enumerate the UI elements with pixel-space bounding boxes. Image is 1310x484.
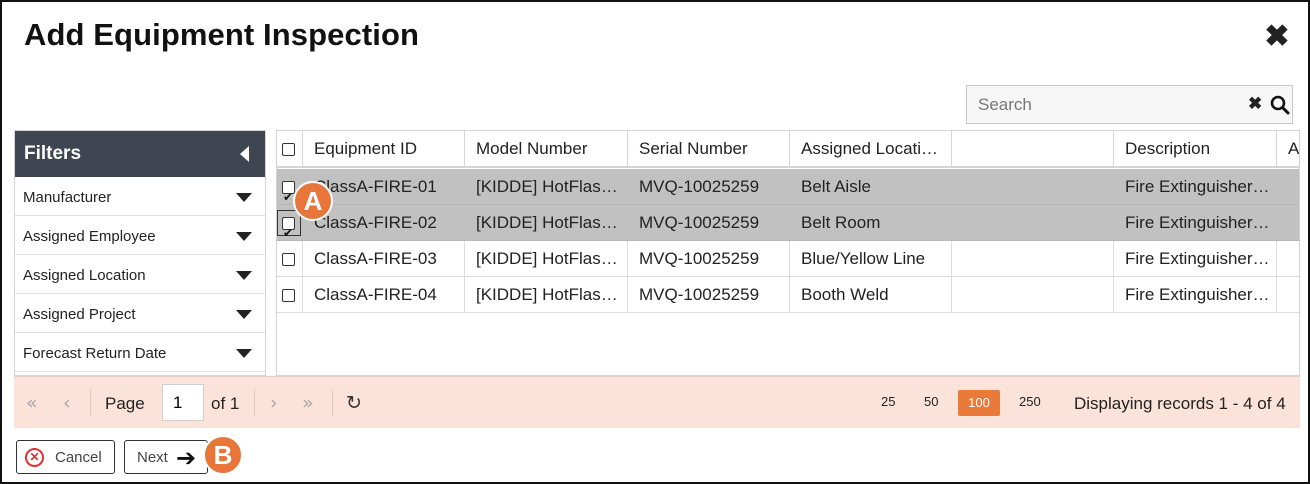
arrow-right-icon: ➔ (176, 444, 197, 472)
search-icon[interactable] (1270, 95, 1290, 115)
refresh-icon[interactable]: ↻ (346, 392, 362, 414)
column-header-blank[interactable] (952, 131, 1114, 166)
filter-label: Forecast Return Date (23, 345, 167, 362)
row-checkbox[interactable] (282, 289, 295, 302)
column-header-model-number[interactable]: Model Number (465, 131, 628, 166)
cell-blank (952, 277, 1114, 312)
filter-manufacturer[interactable]: Manufacturer (15, 177, 265, 216)
cell-serial-number: MVQ-10025259 (628, 205, 790, 240)
callout-b-badge: B (203, 435, 243, 475)
column-header-assigned-location[interactable]: Assigned Locati… (790, 131, 952, 166)
cell-a (1277, 277, 1299, 312)
cell-model-number: [KIDDE] HotFlas… (465, 277, 628, 312)
cell-model-number: [KIDDE] HotFlas… (465, 169, 628, 204)
table-row[interactable]: ClassA-FIRE-03 [KIDDE] HotFlas… MVQ-1002… (277, 241, 1299, 277)
next-button[interactable]: Next ➔ (124, 440, 208, 474)
equipment-grid: Equipment ID Model Number Serial Number … (276, 130, 1300, 376)
cell-blank (952, 169, 1114, 204)
pager-separator (90, 389, 91, 417)
cell-description: Fire Extinguisher… (1114, 241, 1277, 276)
cancel-button[interactable]: ✕ Cancel (16, 440, 115, 474)
prev-page-icon[interactable]: ‹ (63, 392, 71, 414)
column-header-serial-number[interactable]: Serial Number (628, 131, 790, 166)
chevron-down-icon[interactable] (236, 193, 252, 202)
cell-description: Fire Extinguisher… (1114, 205, 1277, 240)
filters-title: Filters (24, 143, 82, 164)
filter-assigned-project[interactable]: Assigned Project (15, 294, 265, 333)
cell-assigned-location: Booth Weld (790, 277, 952, 312)
dialog: Add Equipment Inspection ✖ ✖ Filters Man… (0, 0, 1310, 484)
cell-equipment-id: ClassA-FIRE-04 (303, 277, 465, 312)
cell-a (1277, 241, 1299, 276)
filter-label: Manufacturer (23, 189, 112, 206)
cell-description: Fire Extinguisher… (1114, 277, 1277, 312)
filter-label: Assigned Project (23, 306, 136, 323)
cell-serial-number: MVQ-10025259 (628, 241, 790, 276)
row-checkbox-cell (277, 277, 303, 312)
dialog-title: Add Equipment Inspection (24, 17, 420, 52)
cell-a (1277, 205, 1299, 240)
cell-description: Fire Extinguisher… (1114, 169, 1277, 204)
cancel-icon: ✕ (25, 448, 44, 467)
cell-model-number: [KIDDE] HotFlas… (465, 241, 628, 276)
next-page-icon[interactable]: › (270, 392, 278, 414)
filter-assigned-employee[interactable]: Assigned Employee (15, 216, 265, 255)
table-row[interactable]: ClassA-FIRE-04 [KIDDE] HotFlas… MVQ-1002… (277, 277, 1299, 313)
row-checkbox-cell (277, 241, 303, 276)
column-header-a[interactable]: A (1277, 131, 1299, 166)
cell-serial-number: MVQ-10025259 (628, 277, 790, 312)
search-input[interactable] (967, 86, 1237, 123)
pagination-bar: « ‹ Page of 1 › » ↻ 25 50 100 250 Displa… (14, 376, 1300, 428)
page-label: Page (105, 394, 145, 413)
cell-equipment-id: ClassA-FIRE-03 (303, 241, 465, 276)
clear-search-icon[interactable]: ✖ (1248, 94, 1262, 114)
header-checkbox-cell (277, 131, 303, 166)
cell-a (1277, 169, 1299, 204)
column-header-description[interactable]: Description (1114, 131, 1277, 166)
chevron-down-icon[interactable] (236, 271, 252, 280)
chevron-down-icon[interactable] (236, 349, 252, 358)
last-page-icon[interactable]: » (302, 392, 314, 414)
filters-header: Filters (15, 131, 265, 177)
cell-blank (952, 241, 1114, 276)
cell-assigned-location: Belt Room (790, 205, 952, 240)
first-page-icon[interactable]: « (26, 392, 38, 414)
search-box: ✖ (966, 85, 1293, 124)
select-all-checkbox[interactable] (282, 143, 295, 156)
page-size-50[interactable]: 50 (924, 394, 938, 409)
row-checkbox[interactable] (282, 253, 295, 266)
table-row[interactable]: ClassA-FIRE-02 [KIDDE] HotFlas… MVQ-1002… (277, 205, 1299, 251)
filter-label: Assigned Location (23, 267, 146, 284)
page-of-label: of 1 (211, 394, 240, 413)
page-size-25[interactable]: 25 (881, 394, 895, 409)
cell-serial-number: MVQ-10025259 (628, 169, 790, 204)
filter-assigned-location[interactable]: Assigned Location (15, 255, 265, 294)
row-checkbox[interactable] (282, 215, 295, 251)
chevron-down-icon[interactable] (236, 310, 252, 319)
callout-a-badge: A (293, 181, 333, 221)
next-label: Next (137, 449, 168, 466)
page-size-250[interactable]: 250 (1019, 394, 1041, 409)
cell-assigned-location: Blue/Yellow Line (790, 241, 952, 276)
grid-header: Equipment ID Model Number Serial Number … (277, 131, 1299, 168)
cell-model-number: [KIDDE] HotFlas… (465, 205, 628, 240)
chevron-down-icon[interactable] (236, 232, 252, 241)
cancel-label: Cancel (55, 449, 102, 466)
filter-forecast-return-date[interactable]: Forecast Return Date (15, 333, 265, 372)
filter-label: Assigned Employee (23, 228, 156, 245)
column-header-equipment-id[interactable]: Equipment ID (303, 131, 465, 166)
cell-assigned-location: Belt Aisle (790, 169, 952, 204)
page-size-100[interactable]: 100 (958, 390, 1000, 416)
table-row[interactable]: ClassA-FIRE-01 [KIDDE] HotFlas… MVQ-1002… (277, 169, 1299, 205)
close-icon[interactable]: ✖ (1262, 22, 1292, 52)
pager-separator (332, 389, 333, 417)
pager-separator (254, 389, 255, 417)
cell-blank (952, 205, 1114, 240)
collapse-left-icon[interactable] (240, 146, 249, 162)
row-checkbox[interactable] (282, 179, 295, 204)
records-display-text: Displaying records 1 - 4 of 4 (1074, 394, 1286, 413)
filters-panel: Filters Manufacturer Assigned Employee A… (14, 130, 266, 376)
page-number-input[interactable] (162, 384, 204, 421)
